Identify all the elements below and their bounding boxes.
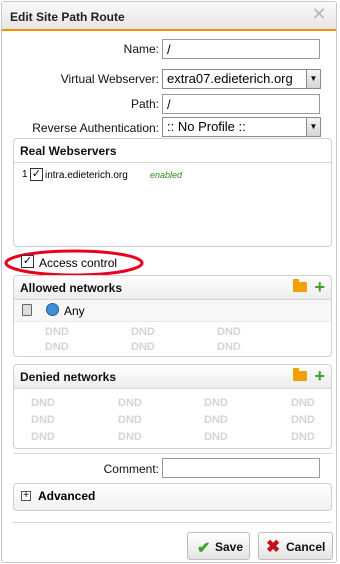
webserver-index: 1 <box>22 169 28 180</box>
access-control-checkbox[interactable]: ✓ <box>21 255 34 268</box>
close-icon[interactable]: ✕ <box>310 5 328 23</box>
denied-networks-list: DND DND DND DND DND DND DND DND DND DND … <box>31 397 315 443</box>
comment-label: Comment: <box>103 462 159 476</box>
reverse-auth-value: :: No Profile :: <box>167 119 246 134</box>
expand-icon[interactable]: + <box>21 491 31 501</box>
allowed-networks-title: Allowed networks <box>20 281 123 295</box>
reverse-auth-label: Reverse Authentication: <box>32 121 159 135</box>
denied-networks-header: Denied networks + <box>14 365 331 389</box>
allowed-networks-panel: Allowed networks + Any DND DND DND DND D… <box>13 275 332 357</box>
list-item: Any <box>14 300 331 322</box>
real-webservers-panel: Real Webservers 1 ✓ intra.edieterich.org… <box>13 138 332 247</box>
advanced-section[interactable]: + Advanced <box>13 483 332 511</box>
webserver-checkbox[interactable]: ✓ <box>30 168 43 181</box>
divider <box>13 522 332 523</box>
real-webservers-list: 1 ✓ intra.edieterich.org enabled <box>14 163 331 245</box>
add-icon[interactable]: + <box>314 366 325 387</box>
virtual-webserver-value: extra07.edieterich.org <box>167 71 293 86</box>
chevron-down-icon: ▼ <box>306 118 320 136</box>
save-label: Save <box>215 540 244 554</box>
name-label: Name: <box>123 42 159 56</box>
virtual-webserver-label: Virtual Webserver: <box>60 72 159 86</box>
add-icon[interactable]: + <box>314 277 325 298</box>
globe-icon <box>46 303 59 316</box>
dialog-titlebar: Edit Site Path Route ✕ <box>2 2 336 31</box>
network-any-label: Any <box>64 304 85 318</box>
chevron-down-icon: ▼ <box>306 70 320 88</box>
cancel-button[interactable]: ✖ Cancel <box>258 532 333 560</box>
path-field[interactable] <box>162 94 320 114</box>
cancel-label: Cancel <box>286 540 326 554</box>
webserver-host: intra.edieterich.org <box>45 170 128 181</box>
divider <box>13 453 332 454</box>
name-field[interactable] <box>162 39 320 59</box>
edit-site-path-route-dialog: Edit Site Path Route ✕ Name: Virtual Web… <box>1 1 337 563</box>
comment-field[interactable] <box>162 458 320 478</box>
allowed-networks-list: Any DND DND DND DND DND DND <box>14 300 331 356</box>
checkmark-icon: ✔ <box>197 540 211 557</box>
advanced-label: Advanced <box>38 489 96 503</box>
denied-networks-panel: Denied networks + DND DND DND DND DND DN… <box>13 364 332 449</box>
save-button[interactable]: ✔ Save <box>187 532 250 560</box>
reverse-auth-select[interactable]: :: No Profile :: ▼ <box>162 117 321 137</box>
virtual-webserver-select[interactable]: extra07.edieterich.org ▼ <box>162 69 321 89</box>
denied-networks-title: Denied networks <box>20 370 117 384</box>
folder-icon[interactable] <box>293 279 307 292</box>
access-control-label: Access control <box>39 256 118 270</box>
folder-icon[interactable] <box>293 368 307 381</box>
list-item: 1 <box>22 169 28 180</box>
dialog-title: Edit Site Path Route <box>10 10 125 24</box>
trash-icon[interactable] <box>22 304 32 316</box>
path-label: Path: <box>130 97 159 111</box>
allowed-networks-header: Allowed networks + <box>14 276 331 300</box>
real-webservers-title: Real Webservers <box>14 139 331 163</box>
webserver-status: enabled <box>150 170 183 180</box>
cancel-x-icon: ✖ <box>266 537 281 556</box>
